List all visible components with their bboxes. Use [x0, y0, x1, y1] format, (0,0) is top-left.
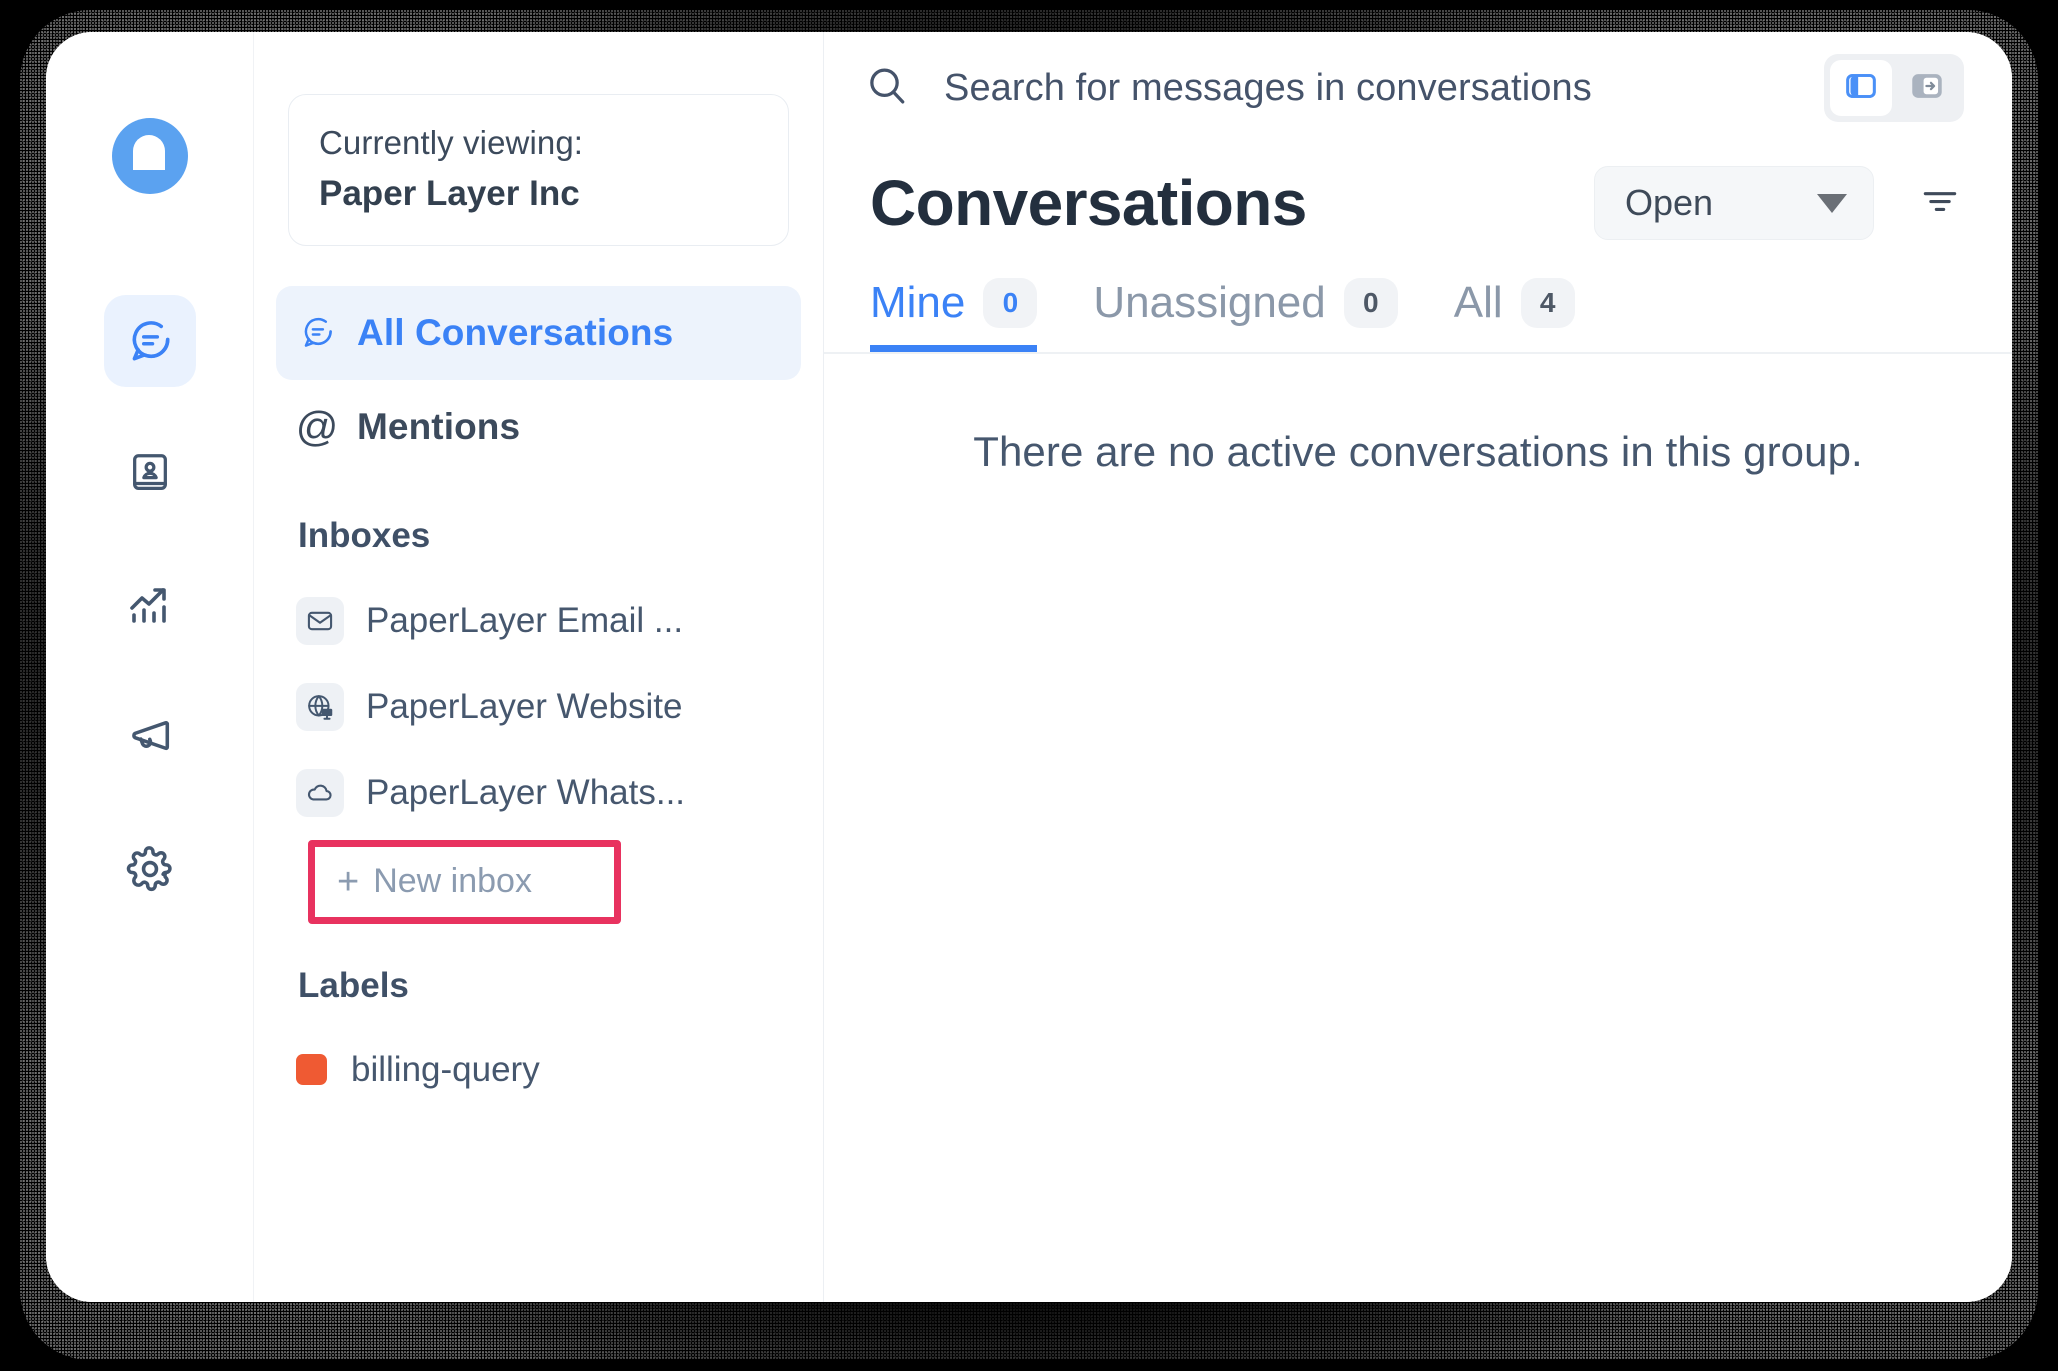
labels-section-title: Labels — [298, 965, 409, 1005]
empty-state-message: There are no active conversations in thi… — [973, 428, 1863, 475]
inbox-item-whatsapp[interactable]: PaperLayer Whats... — [296, 750, 781, 836]
gear-icon — [125, 844, 175, 894]
chat-bubble-icon — [298, 314, 336, 351]
page-title: Conversations — [870, 167, 1307, 239]
nav-rail-item-conversations[interactable] — [103, 295, 196, 387]
tab-mine[interactable]: Mine 0 — [870, 260, 1038, 352]
tab-all[interactable]: All 4 — [1454, 260, 1575, 352]
sidebar: Currently viewing: Paper Layer Inc All C… — [254, 32, 824, 1302]
globe-website-icon — [296, 682, 344, 731]
currently-viewing-card[interactable]: Currently viewing: Paper Layer Inc — [288, 94, 789, 246]
inbox-item-website[interactable]: PaperLayer Website — [296, 664, 781, 750]
inboxes-section-title: Inboxes — [298, 515, 431, 555]
tab-label: Mine — [870, 277, 966, 327]
inbox-item-email[interactable]: PaperLayer Email ... — [296, 578, 781, 664]
tab-count-badge: 0 — [983, 277, 1038, 328]
panel-expand-icon — [1910, 69, 1944, 108]
currently-viewing-account: Paper Layer Inc — [319, 173, 580, 213]
search-input[interactable]: Search for messages in conversations — [864, 63, 1794, 114]
status-filter-select[interactable]: Open — [1594, 166, 1874, 240]
screenshot-canvas: Currently viewing: Paper Layer Inc All C… — [0, 0, 2058, 1371]
nav-rail — [46, 32, 254, 1302]
tab-unassigned[interactable]: Unassigned 0 — [1093, 260, 1398, 352]
tab-label: Unassigned — [1093, 277, 1326, 327]
tab-count-badge: 0 — [1343, 277, 1398, 328]
sidebar-item-all-conversations[interactable]: All Conversations — [276, 285, 801, 380]
sidebar-primary-nav: All Conversations @ Mentions — [254, 285, 823, 474]
label-list: billing-query — [254, 1032, 823, 1108]
new-inbox-label: New inbox — [373, 862, 532, 901]
sidebar-item-label: All Conversations — [357, 311, 674, 353]
inbox-item-label: PaperLayer Whats... — [366, 772, 686, 812]
plus-icon: + — [337, 860, 360, 903]
search-bar: Search for messages in conversations — [824, 32, 2012, 144]
split-view-toggle[interactable] — [1830, 60, 1892, 116]
megaphone-icon — [125, 712, 175, 762]
label-item-billing-query[interactable]: billing-query — [296, 1032, 781, 1108]
filter-button[interactable] — [1908, 171, 1972, 235]
page-title-row: Conversations Open — [824, 144, 2012, 262]
nav-rail-item-reports[interactable] — [104, 559, 196, 651]
inbox-item-label: PaperLayer Email ... — [366, 600, 684, 640]
nav-rail-item-contacts[interactable] — [104, 427, 196, 519]
nav-rail-items — [46, 295, 253, 915]
label-item-label: billing-query — [351, 1049, 540, 1089]
label-color-swatch — [296, 1054, 327, 1086]
main-panel: Search for messages in conversations Con… — [824, 32, 2012, 1302]
new-inbox-highlight-box: + New inbox — [308, 839, 621, 924]
tab-count-badge: 4 — [1520, 277, 1575, 328]
view-toggle-group — [1824, 54, 1964, 122]
nav-rail-item-campaigns[interactable] — [104, 691, 196, 783]
inbox-item-label: PaperLayer Website — [366, 686, 683, 726]
status-filter-value: Open — [1625, 182, 1714, 223]
nav-rail-item-settings[interactable] — [104, 823, 196, 915]
search-placeholder-text: Search for messages in conversations — [944, 66, 1592, 109]
envelope-icon — [296, 596, 344, 645]
expanded-view-toggle[interactable] — [1896, 60, 1958, 116]
sidebar-item-mentions[interactable]: @ Mentions — [276, 380, 801, 474]
chat-bubble-icon — [125, 316, 175, 366]
app-window: Currently viewing: Paper Layer Inc All C… — [46, 32, 2012, 1302]
search-icon — [864, 63, 910, 114]
cloud-icon — [296, 768, 344, 817]
new-inbox-button[interactable]: + New inbox — [337, 862, 532, 901]
paperlayer-chat-logo-icon — [102, 108, 198, 204]
reports-chart-icon — [126, 581, 174, 629]
sidebar-item-label: Mentions — [357, 405, 521, 447]
inbox-list: PaperLayer Email ... PaperLayer Website — [254, 578, 823, 924]
currently-viewing-label: Currently viewing: — [319, 124, 584, 161]
filter-lines-icon — [1918, 179, 1962, 228]
contacts-book-icon — [127, 450, 173, 496]
chevron-down-icon — [1817, 193, 1847, 213]
tab-label: All — [1453, 277, 1503, 327]
at-icon: @ — [295, 402, 339, 450]
panel-left-icon — [1844, 69, 1878, 108]
conversation-tabs: Mine 0 Unassigned 0 All 4 — [824, 262, 2012, 354]
